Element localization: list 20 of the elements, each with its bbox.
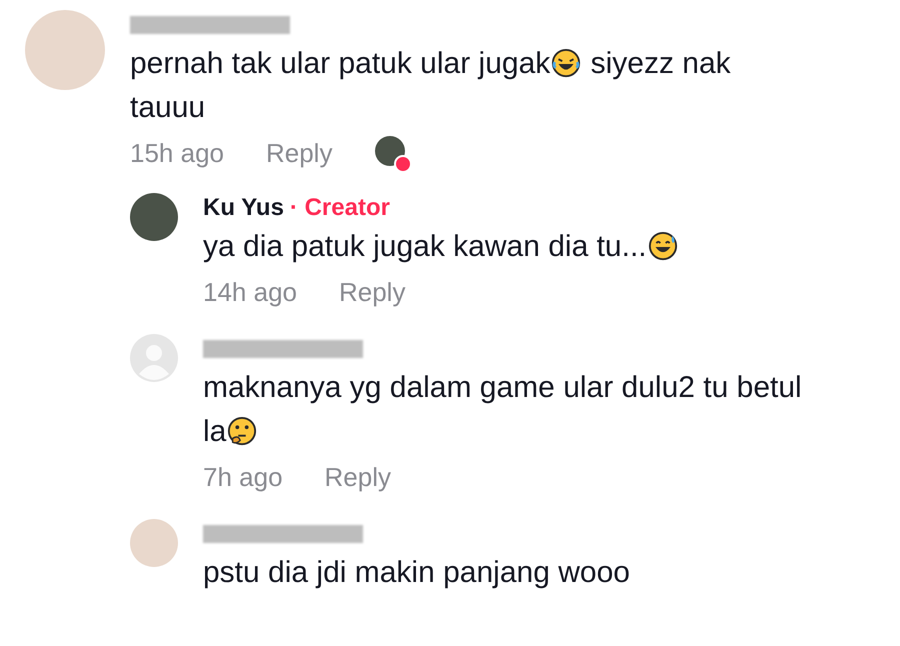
comment-text: pstu dia jdi makin panjang wooo: [203, 555, 630, 591]
comment-text: tauuu: [130, 90, 206, 126]
laughing-face-icon: [551, 48, 582, 78]
avatar[interactable]: [130, 193, 178, 241]
timestamp: 15h ago: [130, 137, 224, 170]
comment-text: la: [203, 414, 226, 450]
timestamp: 14h ago: [203, 276, 297, 309]
reply-button[interactable]: Reply: [266, 134, 332, 173]
comment-text: siyezz nak: [590, 46, 731, 82]
creator-label: · Creator: [290, 193, 390, 223]
username[interactable]: Ku Yus: [203, 193, 284, 223]
sweat-smile-icon: [648, 231, 678, 261]
comment-text: pernah tak ular patuk ular jugak: [130, 46, 550, 82]
comment-text: ya dia patuk jugak kawan dia tu...: [203, 229, 647, 265]
timestamp: 7h ago: [203, 461, 283, 494]
reply-button[interactable]: Reply: [338, 273, 406, 312]
thinking-face-icon: [227, 416, 258, 446]
default-avatar-icon[interactable]: [130, 334, 178, 382]
reply-button[interactable]: Reply: [324, 458, 392, 497]
comment-text: maknanya yg dalam game ular dulu2 tu betul: [203, 370, 802, 406]
